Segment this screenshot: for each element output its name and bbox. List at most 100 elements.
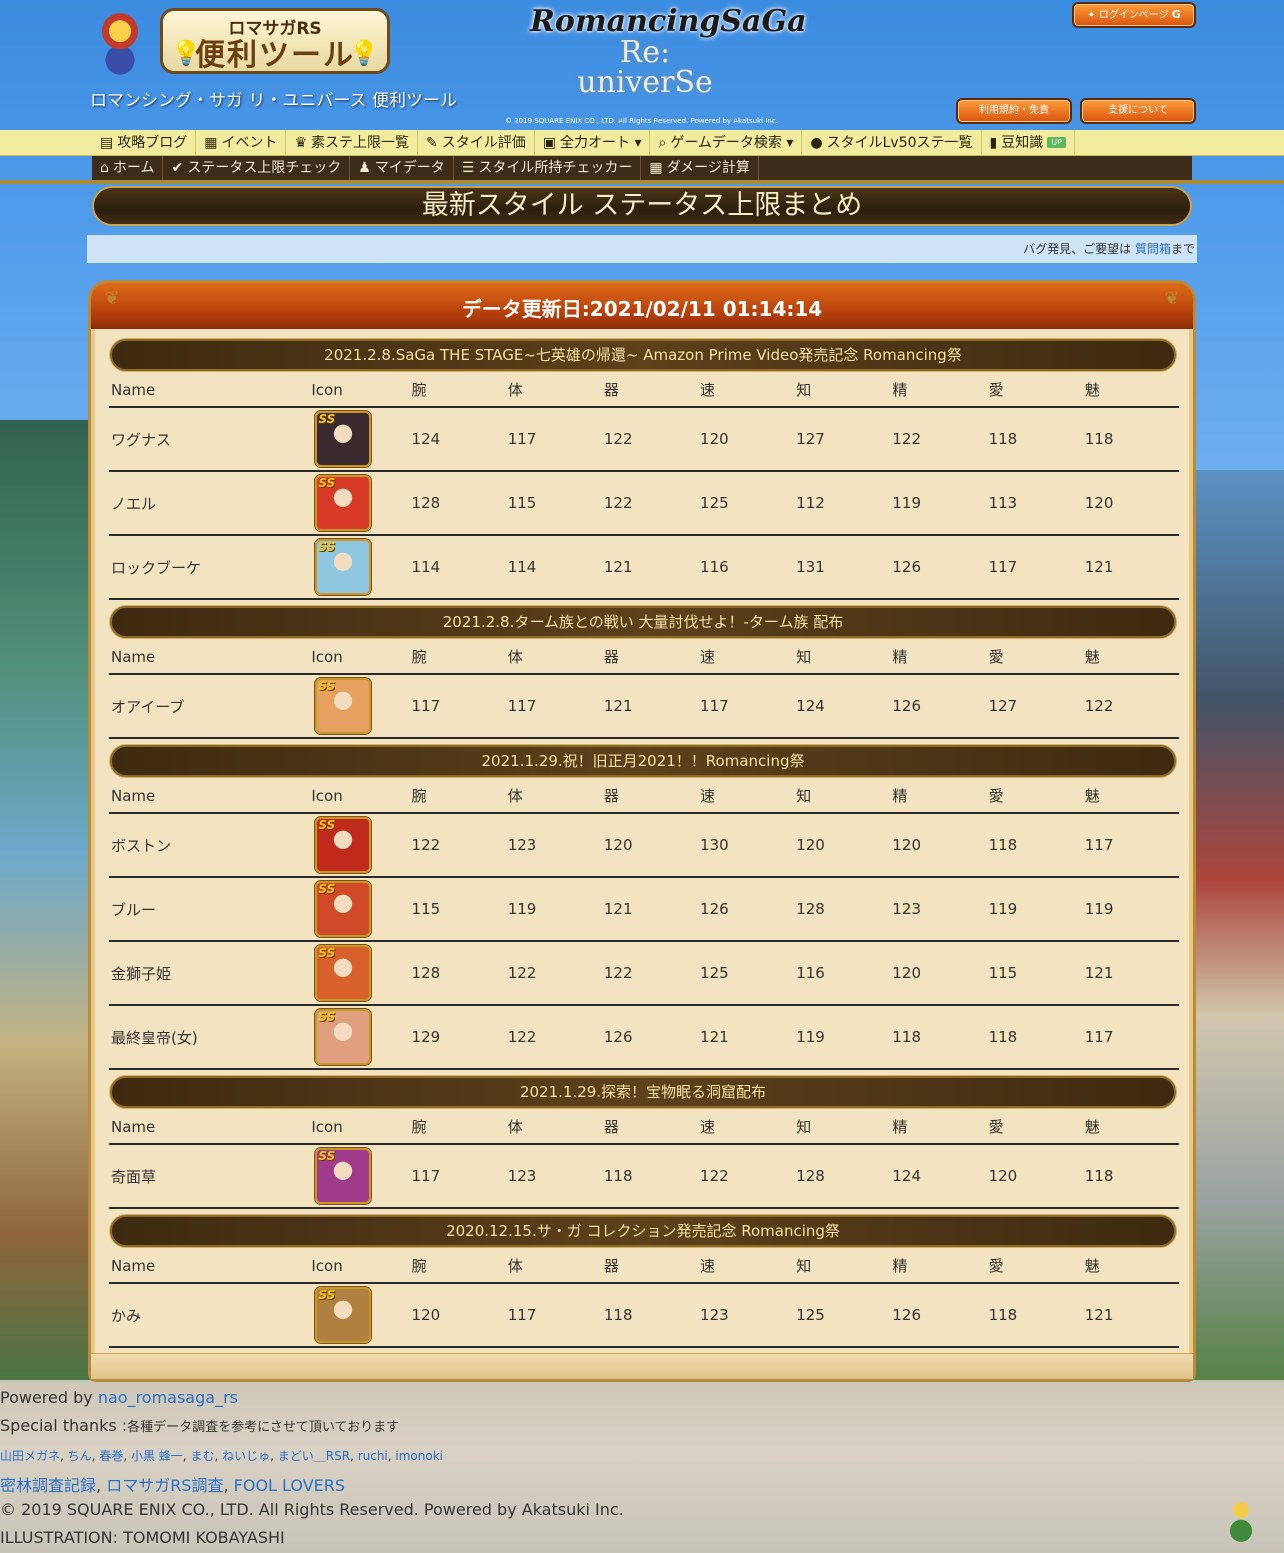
table-row: オアイーブ SS 117 117 121 117 124 126 127 122 xyxy=(109,674,1179,739)
stat-value: 112 xyxy=(794,471,891,536)
stats-table: Name Icon 腕体器速知精愛魅ワグナス SS 124 117 122 120 127 122… xyxy=(109,373,1179,600)
column-header: 速 xyxy=(698,1249,795,1284)
stat-value: 122 xyxy=(1082,674,1179,739)
rarity-badge: SS xyxy=(318,1288,336,1302)
character-portrait-icon[interactable]: SS xyxy=(315,1009,372,1065)
table-row: ノエル SS 128 115 122 125 112 119 113 120 xyxy=(109,471,1179,536)
subnav-item-label: マイデータ xyxy=(374,160,445,176)
stat-value: 122 xyxy=(698,1144,795,1209)
rarity-badge: SS xyxy=(318,882,336,896)
column-header: 器 xyxy=(601,640,699,675)
support-button[interactable]: 支援について xyxy=(1080,98,1196,124)
style-name: 金獅子姫 xyxy=(109,941,310,1006)
nav-item-5[interactable]: ⌕ ゲームデータ検索 ▾ xyxy=(650,130,803,156)
column-header: Name xyxy=(109,640,310,675)
nav-item-3[interactable]: ✎ スタイル評価 xyxy=(418,130,535,156)
table-header-row: Name Icon 腕体器速知精愛魅 xyxy=(109,373,1179,408)
stat-value: 126 xyxy=(890,1283,987,1348)
stat-value: 118 xyxy=(986,1283,1083,1348)
thanks-names: 山田メガネ, ちん, 春巻, 小黒 蜂一, まむ, ねいじゅ, まどい＿RSR,… xyxy=(0,1449,444,1463)
column-header: 腕 xyxy=(409,779,506,814)
stat-value: 122 xyxy=(409,813,506,878)
nav-item-7[interactable]: ▮ 豆知識 UP xyxy=(982,130,1075,156)
nav-item-0[interactable]: ▤ 攻略ブログ xyxy=(92,130,197,156)
footer-link[interactable]: FOOL LOVERS xyxy=(234,1476,345,1495)
character-portrait-icon[interactable]: SS xyxy=(315,475,372,531)
column-header: 腕 xyxy=(409,1249,506,1284)
stat-value: 122 xyxy=(601,941,699,1006)
site-logo[interactable]: 💡 ロマサガRS 便利ツール 💡 xyxy=(160,8,390,74)
subnav-item-2[interactable]: ♟ マイデータ xyxy=(350,156,454,180)
author-link[interactable]: nao_romasaga_rs xyxy=(98,1388,238,1407)
footer-link[interactable]: 密林調査記録 xyxy=(0,1476,96,1495)
character-portrait-icon[interactable]: SS xyxy=(315,411,372,467)
subnav-item-0[interactable]: ⌂ ホーム xyxy=(92,156,164,180)
stat-value: 128 xyxy=(794,877,891,942)
game-logo-line1: RomancingSaGa xyxy=(530,4,807,39)
stat-value: 121 xyxy=(601,535,699,600)
stat-value: 129 xyxy=(409,1005,506,1070)
column-header: 精 xyxy=(890,373,987,408)
thanks-name-link[interactable]: ちん xyxy=(68,1449,92,1463)
calendar-icon: ▦ xyxy=(204,135,218,151)
column-header: 腕 xyxy=(409,373,506,408)
footer-link[interactable]: ロマサガRS調査 xyxy=(106,1476,223,1495)
stats-table: Name Icon 腕体器速知精愛魅かみ SS 120 117 118 123 125 126 11… xyxy=(109,1249,1179,1348)
column-header: 魅 xyxy=(1082,779,1179,814)
character-portrait-icon[interactable]: SS xyxy=(315,1287,372,1343)
subnav-item-4[interactable]: ▦ ダメージ計算 xyxy=(641,156,759,180)
thanks-name-link[interactable]: imonoki xyxy=(395,1449,443,1463)
terms-button[interactable]: 利用規約・免責 xyxy=(956,98,1072,124)
stat-value: 124 xyxy=(409,407,506,472)
subnav-item-3[interactable]: ☰ スタイル所持チェッカー xyxy=(454,156,642,180)
notice-bar: バグ発見、ご要望は 質問箱まで xyxy=(87,235,1197,263)
character-portrait-icon[interactable]: SS xyxy=(315,817,372,873)
stat-value: 123 xyxy=(698,1283,795,1348)
character-portrait-icon[interactable]: SS xyxy=(315,539,372,595)
subnav-item-1[interactable]: ✔ ステータス上限チェック xyxy=(163,156,351,180)
thanks-name-link[interactable]: ruchi xyxy=(358,1449,388,1463)
stat-value: 119 xyxy=(890,471,987,536)
style-name: オアイーブ xyxy=(109,674,310,739)
nav-item-label: 豆知識 xyxy=(1001,135,1044,151)
stat-value: 122 xyxy=(505,941,602,1006)
stat-value: 120 xyxy=(794,813,891,878)
character-portrait-icon[interactable]: SS xyxy=(315,678,372,734)
section-header: 2021.2.8.ターム族との戦い 大量討伐せよ！-ターム族 配布 xyxy=(110,606,1176,638)
nav-item-2[interactable]: ♛ 素ステ上限一覧 xyxy=(286,130,419,156)
table-row: かみ SS 120 117 118 123 125 126 118 121 xyxy=(109,1283,1179,1348)
section-header: 2021.2.8.SaGa THE STAGE~七英雄の帰還~ Amazon P… xyxy=(110,339,1176,371)
login-button[interactable]: ✦ ログインページ G xyxy=(1072,2,1196,28)
thanks-prefix: Special thanks : xyxy=(0,1416,128,1435)
nav-item-6[interactable]: ● スタイルLv50ステ一覧 xyxy=(802,130,982,156)
nav-item-4[interactable]: ▣ 全力オート ▾ xyxy=(535,130,651,156)
page-title: 最新スタイル ステータス上限まとめ xyxy=(92,186,1192,226)
character-portrait-icon[interactable]: SS xyxy=(315,881,372,937)
nav-item-1[interactable]: ▦ イベント xyxy=(196,130,287,156)
thanks-name-link[interactable]: ねいじゅ xyxy=(222,1449,270,1463)
thanks-name-link[interactable]: 山田メガネ xyxy=(0,1449,60,1463)
stat-value: 118 xyxy=(601,1144,699,1209)
column-header: 魅 xyxy=(1082,640,1179,675)
style-icon-cell: SS xyxy=(309,941,410,1006)
thanks-name-link[interactable]: 小黒 蜂一 xyxy=(131,1449,183,1463)
character-portrait-icon[interactable]: SS xyxy=(315,945,372,1001)
thanks-name-link[interactable]: まむ xyxy=(190,1449,214,1463)
stat-value: 113 xyxy=(986,471,1083,536)
stat-value: 121 xyxy=(601,877,699,942)
stat-value: 120 xyxy=(890,941,987,1006)
stats-table: Name Icon 腕体器速知精愛魅奇面草 SS 117 123 118 122 128 124 1… xyxy=(109,1110,1179,1209)
check-circle-icon: ✔ xyxy=(171,160,184,176)
thanks-name-link[interactable]: まどい＿RSR xyxy=(278,1449,350,1463)
character-portrait-icon[interactable]: SS xyxy=(315,1148,372,1204)
question-box-link[interactable]: 質問箱 xyxy=(1135,242,1171,256)
style-icon-cell: SS xyxy=(309,1144,410,1209)
background-scenery-right xyxy=(1192,470,1284,1380)
logo-line1: ロマサガRS xyxy=(228,19,322,39)
stat-value: 125 xyxy=(698,471,795,536)
sub-nav: ⌂ ホーム ✔ ステータス上限チェック ♟ マイデータ ☰ スタイル所持チェッカー ▦ ダメージ計… xyxy=(92,156,1192,180)
nav-item-label: スタイル評価 xyxy=(441,135,526,151)
stat-value: 118 xyxy=(986,813,1083,878)
stat-value: 124 xyxy=(890,1144,987,1209)
thanks-name-link[interactable]: 春巻 xyxy=(99,1449,123,1463)
